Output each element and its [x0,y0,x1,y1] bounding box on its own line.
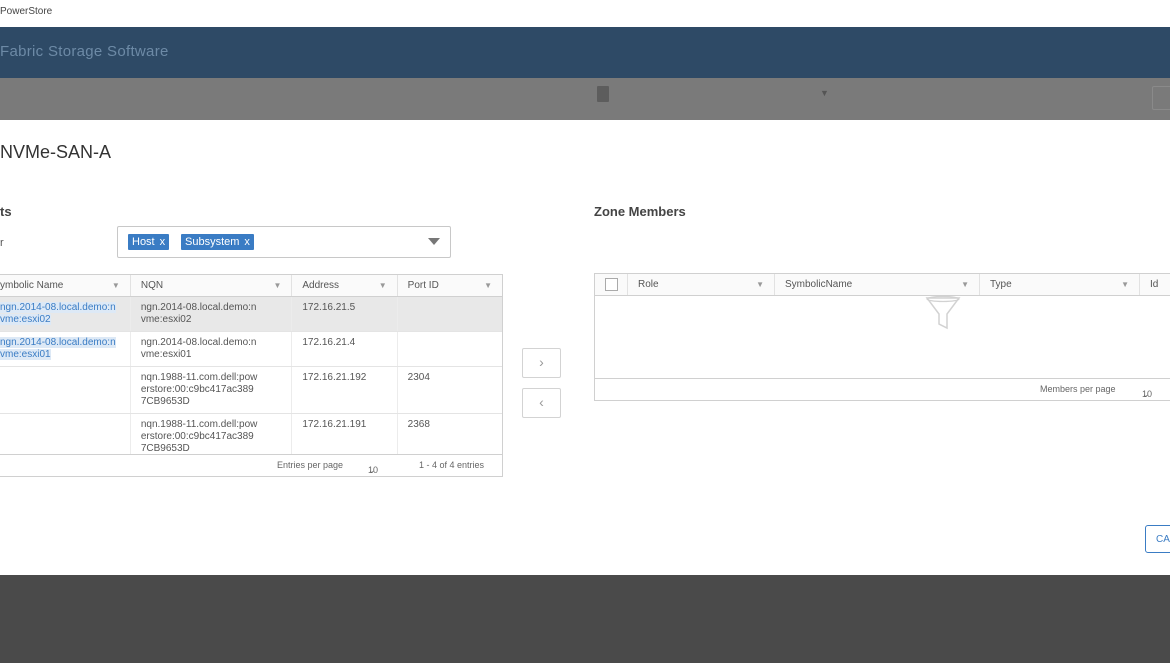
filter-icon[interactable]: ▼ [379,281,387,290]
cell-address: 172.16.21.4 [291,331,398,367]
filter-icon[interactable]: ▼ [961,280,969,289]
table-row[interactable]: ngn.2014-08.local.demo:n vme:esxi01 ngn.… [0,331,502,367]
filter-icon[interactable]: ▼ [273,281,281,290]
endpoints-section-title: ts [0,204,12,219]
filter-icon[interactable]: ▼ [484,281,492,290]
column-header-type[interactable]: Type ▼ [979,274,1140,296]
filter-icon[interactable]: ▼ [756,280,764,289]
cell-port-id: 2304 [397,366,502,414]
toolbar-background: ▼ [0,78,1170,120]
members-per-page-label: Members per page [1040,384,1116,394]
chevron-down-icon[interactable] [428,238,440,245]
type-filter-select[interactable]: Host x Subsystem x [117,226,451,258]
device-icon [597,86,609,102]
column-header-address[interactable]: Address ▼ [291,275,398,297]
cell-port-id [397,296,502,332]
filter-icon[interactable]: ▼ [112,281,120,290]
cancel-button[interactable]: CA [1145,525,1170,553]
column-header-symbolic-name[interactable]: ymbolic Name ▼ [0,275,131,297]
chip-remove-icon[interactable]: x [160,236,166,248]
chevron-down-icon: ▼ [820,88,829,98]
cell-symbolic-name [0,366,131,414]
entries-per-page-label: Entries per page [277,460,344,470]
filter-label: r [0,237,4,249]
entries-count: 1 - 4 of 4 entries [419,460,485,470]
column-header-port-id[interactable]: Port ID ▼ [397,275,502,297]
cell-nqn: ngn.2014-08.local.demo:n vme:esxi02 [130,296,293,332]
zone-members-footer: Members per page 10 ⌄ [595,378,1170,400]
chip-label: Subsystem [185,236,240,248]
top-bar: PowerStore [0,0,1170,27]
zone-members-grid: Role ▼ SymbolicName ▼ Type ▼ Id Members per… [594,273,1170,401]
cell-port-id [397,331,502,367]
chip-remove-icon[interactable]: x [244,236,250,248]
header-title: Fabric Storage Software [0,43,169,60]
move-right-button[interactable]: › [522,348,561,378]
header-bar: Fabric Storage Software [0,27,1170,78]
chip-host[interactable]: Host x [128,234,170,250]
app-name: PowerStore [0,6,53,17]
column-header-id[interactable]: Id [1139,274,1170,296]
chip-label: Host [132,236,155,248]
chip-subsystem[interactable]: Subsystem x [181,234,254,250]
cell-symbolic-name[interactable]: ngn.2014-08.local.demo:n vme:esxi01 [0,331,131,367]
cell-nqn: ngn.2014-08.local.demo:n vme:esxi01 [130,331,293,367]
chevron-down-icon: ⌄ [1142,389,1150,399]
endpoints-footer: Entries per page 10 ⌄ 1 - 4 of 4 entries [0,454,502,476]
zone-members-title: Zone Members [594,204,686,219]
chevron-down-icon: ⌄ [368,465,376,475]
endpoints-grid: ymbolic Name ▼ NQN ▼ Address ▼ Port ID ▼ ngn… [0,274,503,477]
cell-nqn: nqn.1988-11.com.dell:pow erstore:00:c9bc… [130,366,293,414]
cell-address: 172.16.21.192 [291,366,398,414]
dialog-title: NVMe-SAN-A [0,142,112,162]
zone-dialog: NVMe-SAN-A ts r Host x Subsystem x ymbolic… [0,120,1170,575]
toolbar-button[interactable] [1152,86,1170,110]
table-row[interactable]: ngn.2014-08.local.demo:n vme:esxi02 ngn.… [0,296,502,332]
table-row[interactable]: nqn.1988-11.com.dell:pow erstore:00:c9bc… [0,366,502,414]
move-left-button[interactable]: ‹ [522,388,561,418]
cell-address: 172.16.21.5 [291,296,398,332]
cell-symbolic-name[interactable]: ngn.2014-08.local.demo:n vme:esxi02 [0,296,131,332]
column-header-role[interactable]: Role ▼ [627,274,775,296]
funnel-icon [925,295,961,330]
filter-icon[interactable]: ▼ [1121,280,1129,289]
select-all-checkbox[interactable] [595,274,628,296]
column-header-symbolicname[interactable]: SymbolicName ▼ [774,274,980,296]
column-header-nqn[interactable]: NQN ▼ [130,275,293,297]
